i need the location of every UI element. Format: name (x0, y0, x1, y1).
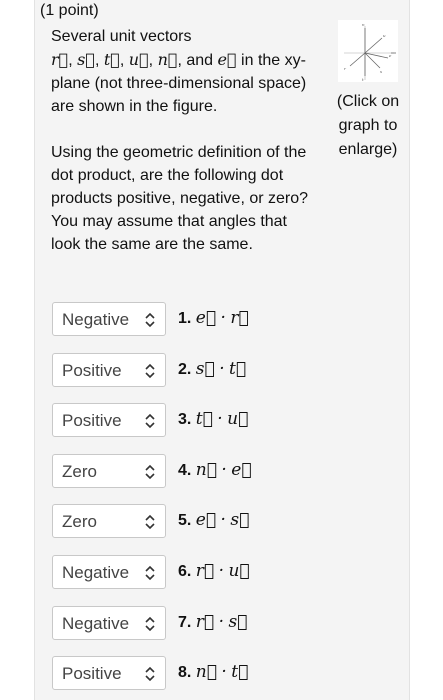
updown-chevron-icon (145, 514, 155, 530)
vec-n: n⃗ (157, 50, 178, 69)
question-label-3: 3. t⃗ · u⃗ (178, 409, 249, 429)
updown-chevron-icon (145, 464, 155, 480)
updown-chevron-icon (145, 666, 155, 682)
question-label-1: 1. e⃗ · r⃗ (178, 308, 249, 328)
updown-chevron-icon (145, 312, 155, 328)
problem-prompt: Several unit vectors r⃗, s⃗, t⃗, u⃗, n⃗,… (51, 25, 311, 256)
answer-select-value: Positive (62, 361, 122, 380)
vector-e-arrow (364, 52, 389, 59)
click-to-enlarge-caption[interactable]: (Click on graph to enlarge) (330, 90, 406, 162)
answer-select-2[interactable]: Positive (52, 353, 166, 387)
answer-select-value: Negative (62, 614, 130, 633)
vec-t: t⃗ (103, 50, 120, 69)
points-label: (1 point) (40, 2, 99, 19)
updown-chevron-icon (145, 565, 155, 581)
vec-s: s⃗ (77, 50, 95, 69)
vec-e: e⃗ (217, 50, 237, 69)
answer-select-3[interactable]: Positive (52, 403, 166, 437)
question-label-4: 4. n⃗ · e⃗ (178, 460, 252, 480)
figure-label-t: t (362, 77, 364, 82)
answer-select-value: Zero (62, 512, 97, 531)
figure-label-e: e (389, 53, 392, 58)
question-label-6: 6. r⃗ · u⃗ (178, 561, 250, 581)
vector-figure-thumbnail[interactable]: n u e r s t (338, 20, 398, 82)
vec-u: u⃗ (128, 50, 149, 69)
question-label-7: 7. r⃗ · s⃗ (178, 612, 248, 632)
answer-select-1[interactable]: Negative (52, 302, 166, 336)
prompt-paragraph-1: Several unit vectors r⃗, s⃗, t⃗, u⃗, n⃗,… (51, 28, 307, 115)
figure-label-s: s (380, 69, 382, 74)
figure-label-u: u (383, 33, 386, 38)
figure-label-r: r (344, 66, 347, 71)
prompt-paragraph-2: Using the geometric definition of the do… (51, 144, 309, 253)
figure-label-n: n (362, 22, 365, 27)
question-label-8: 8. n⃗ · t⃗ (178, 662, 249, 682)
updown-chevron-icon (145, 363, 155, 379)
answer-select-4[interactable]: Zero (52, 454, 166, 488)
answer-select-7[interactable]: Negative (52, 606, 166, 640)
vector-u-arrow (364, 37, 383, 54)
answer-select-value: Positive (62, 411, 122, 430)
updown-chevron-icon (145, 413, 155, 429)
question-label-2: 2. s⃗ · t⃗ (178, 359, 247, 379)
vec-r: r⃗ (51, 50, 69, 69)
answer-select-8[interactable]: Positive (52, 656, 166, 690)
vector-s-arrow (364, 52, 381, 69)
question-label-5: 5. e⃗ · s⃗ (178, 510, 250, 530)
answer-select-value: Zero (62, 462, 97, 481)
answer-select-value: Negative (62, 310, 130, 329)
answer-select-5[interactable]: Zero (52, 504, 166, 538)
answer-select-value: Negative (62, 563, 130, 582)
answer-select-value: Positive (62, 664, 122, 683)
answer-select-6[interactable]: Negative (52, 555, 166, 589)
prompt-line1: Several unit vectors (51, 28, 192, 45)
vector-r-arrow (349, 52, 366, 67)
vector-figure-svg[interactable]: n u e r s t (338, 20, 398, 82)
updown-chevron-icon (145, 616, 155, 632)
and-word: and (186, 52, 214, 69)
